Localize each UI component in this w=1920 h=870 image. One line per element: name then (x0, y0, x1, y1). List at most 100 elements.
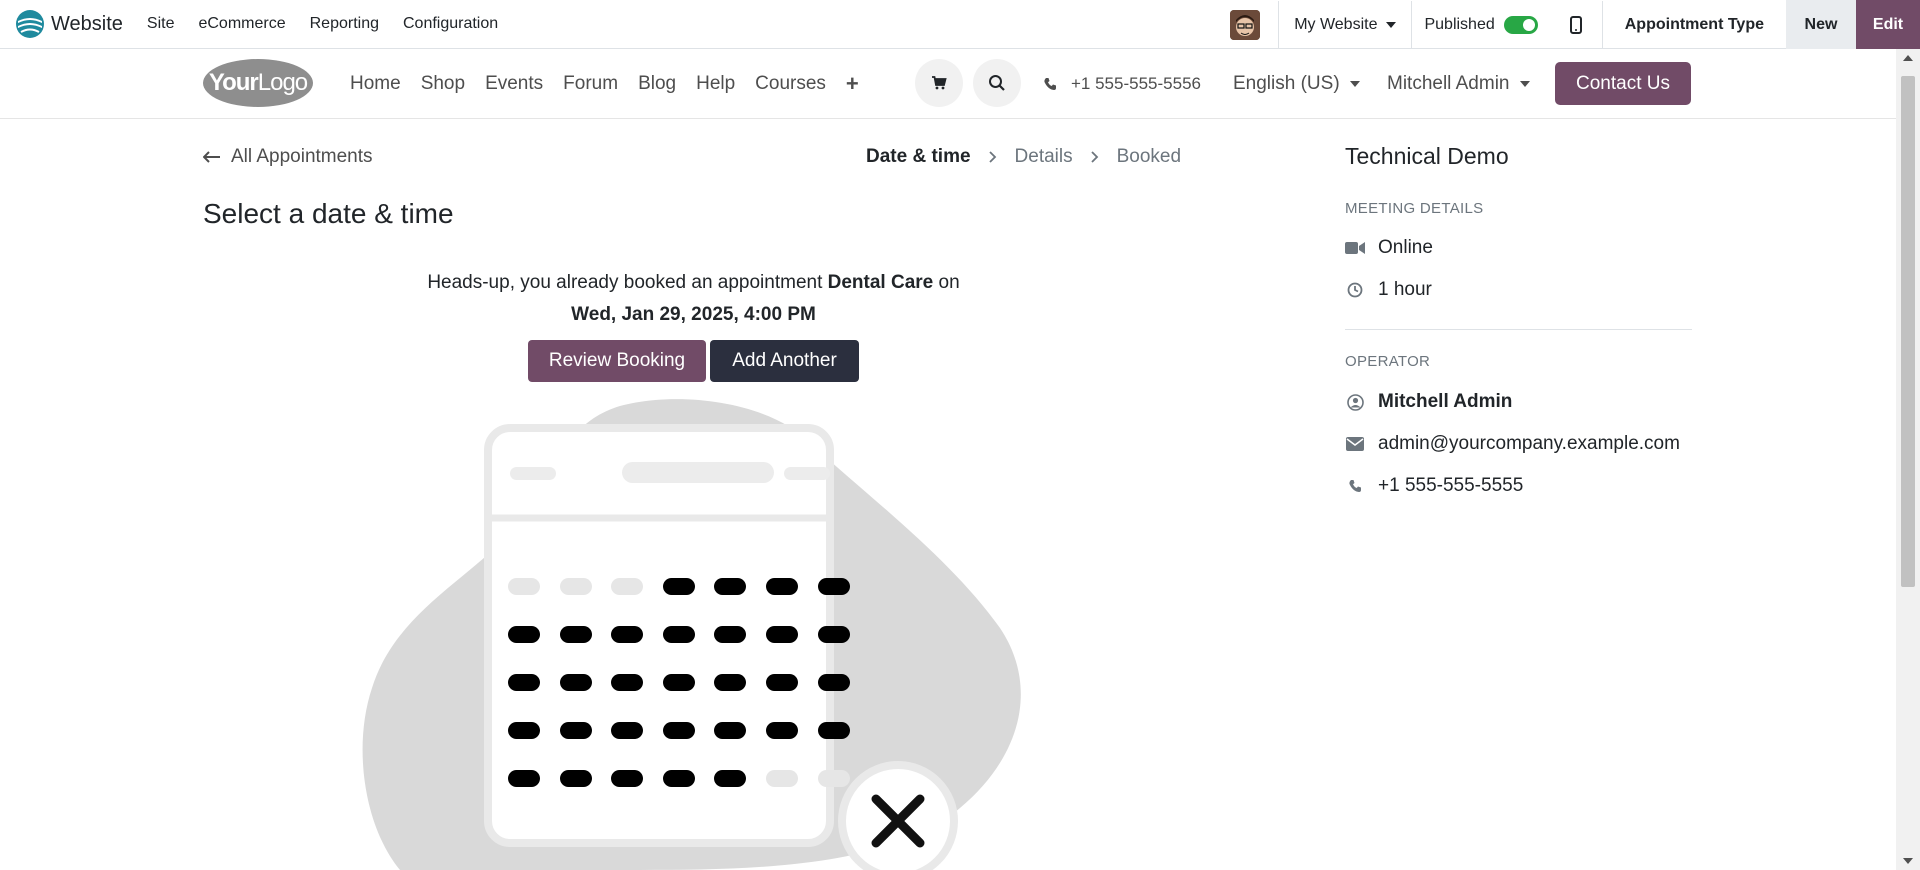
calendar-day-dot (818, 578, 850, 595)
topbar-right: My Website Published Appointment Type Ne… (1230, 0, 1920, 49)
scroll-up-arrow-icon[interactable] (1903, 55, 1913, 61)
calendar-day-dot (714, 626, 746, 643)
nav-home[interactable]: Home (340, 73, 411, 95)
cart-button[interactable] (915, 59, 963, 107)
operator-name-value: Mitchell Admin (1378, 391, 1513, 412)
calendar-day-dot (560, 770, 592, 787)
calendar-day-dot (508, 578, 540, 595)
website-switcher-label: My Website (1294, 15, 1378, 33)
phone-icon (1044, 78, 1056, 90)
calendar-day-dot (818, 770, 850, 787)
nav-courses[interactable]: Courses (745, 73, 836, 95)
step-booked: Booked (1116, 146, 1182, 167)
chevron-right-icon (1090, 151, 1098, 163)
appointment-type-button[interactable]: Appointment Type (1603, 16, 1786, 34)
all-appointments-link[interactable]: All Appointments (203, 146, 373, 168)
review-booking-button[interactable]: Review Booking (528, 340, 706, 382)
calendar-day-dot (766, 578, 798, 595)
nav-events[interactable]: Events (475, 73, 553, 95)
caret-down-icon (1519, 81, 1530, 87)
contact-us-button[interactable]: Contact Us (1555, 62, 1691, 105)
user-avatar[interactable] (1230, 9, 1261, 40)
search-icon (989, 75, 1005, 91)
envelope-icon (1345, 437, 1365, 451)
nav-shop[interactable]: Shop (411, 73, 475, 95)
cart-icon (932, 76, 947, 90)
chevron-right-icon (988, 151, 996, 163)
calendar-day-dot (611, 674, 643, 691)
page-scrollbar[interactable] (1896, 49, 1920, 870)
notice-suffix: on (933, 272, 960, 293)
website-switcher[interactable]: My Website (1279, 16, 1411, 34)
calendar-day-dot (766, 674, 798, 691)
phone-icon (1345, 479, 1365, 493)
divider (1345, 329, 1692, 330)
avatar-face-icon (1230, 9, 1261, 40)
add-another-button[interactable]: Add Another (710, 340, 859, 382)
website-header: Your Logo Home Shop Events Forum Blog Hel… (0, 49, 1896, 119)
menu-reporting[interactable]: Reporting (298, 15, 391, 33)
close-x-icon (838, 761, 958, 870)
menu-site[interactable]: Site (135, 15, 187, 33)
language-selector[interactable]: English (US) (1233, 49, 1360, 119)
add-page-plus-icon[interactable]: + (836, 71, 869, 97)
mobile-preview-button[interactable] (1550, 15, 1602, 34)
arrow-left-icon (203, 151, 220, 163)
calendar-day-dot (560, 722, 592, 739)
user-menu[interactable]: Mitchell Admin (1387, 49, 1530, 119)
calendar-day-dot (508, 770, 540, 787)
caret-down-icon (1386, 21, 1397, 28)
meeting-duration-value: 1 hour (1378, 279, 1432, 300)
scrollbar-thumb[interactable] (1901, 76, 1915, 587)
new-button[interactable]: New (1786, 0, 1856, 49)
nav-help[interactable]: Help (686, 73, 745, 95)
calendar-day-dot (766, 722, 798, 739)
meeting-duration: 1 hour (1345, 279, 1432, 301)
caret-down-icon (1349, 81, 1360, 87)
nav-forum[interactable]: Forum (553, 73, 628, 95)
calendar-day-dot (508, 722, 540, 739)
calendar-day-dot (663, 626, 695, 643)
meeting-location: Online (1345, 237, 1433, 259)
header-phone[interactable]: +1 555-555-5556 (1043, 49, 1201, 119)
calendar-day-dot (611, 722, 643, 739)
booking-steps-breadcrumb: Date & time Details Booked (866, 146, 1181, 168)
calendar-day-dot (663, 770, 695, 787)
booked-appointment-name: Dental Care (827, 272, 934, 293)
edit-button[interactable]: Edit (1856, 0, 1920, 49)
calendar-day-dot (611, 626, 643, 643)
calendar-day-dot (818, 626, 850, 643)
menu-ecommerce[interactable]: eCommerce (186, 15, 297, 33)
nav-blog[interactable]: Blog (628, 73, 686, 95)
website-app-icon (16, 10, 44, 38)
calendar-day-dot (766, 770, 798, 787)
calendar-day-dot (714, 722, 746, 739)
calendar-day-dot (663, 674, 695, 691)
scroll-down-arrow-icon[interactable] (1903, 858, 1913, 864)
published-toggle[interactable]: Published (1412, 15, 1549, 34)
odoo-top-bar: Website Site eCommerce Reporting Configu… (0, 0, 1920, 49)
meeting-location-value: Online (1378, 237, 1433, 258)
operator-email[interactable]: admin@yourcompany.example.com (1345, 433, 1680, 455)
search-button[interactable] (973, 59, 1021, 107)
toggle-switch[interactable] (1503, 15, 1538, 34)
calendar-day-dot (560, 578, 592, 595)
company-logo[interactable]: Your Logo (203, 59, 313, 107)
step-details: Details (1014, 146, 1073, 167)
calendar-day-dot (663, 722, 695, 739)
calendar-day-dot (611, 578, 643, 595)
language-label: English (US) (1233, 73, 1340, 94)
calendar-day-dot (714, 674, 746, 691)
calendar-day-dot (818, 674, 850, 691)
calendar-day-dot (508, 674, 540, 691)
operator-phone[interactable]: +1 555-555-5555 (1345, 475, 1523, 497)
calendar-day-dot (714, 770, 746, 787)
menu-configuration[interactable]: Configuration (391, 15, 510, 33)
app-name: Website (51, 12, 123, 35)
notice-prefix: Heads-up, you already booked an appointm… (427, 272, 828, 293)
main-nav: Home Shop Events Forum Blog Help Courses… (340, 49, 869, 119)
operator-phone-value: +1 555-555-5555 (1378, 475, 1524, 496)
logo-text-light: Logo (257, 69, 308, 96)
calendar-day-dot (663, 578, 695, 595)
app-brand[interactable]: Website (15, 9, 135, 39)
